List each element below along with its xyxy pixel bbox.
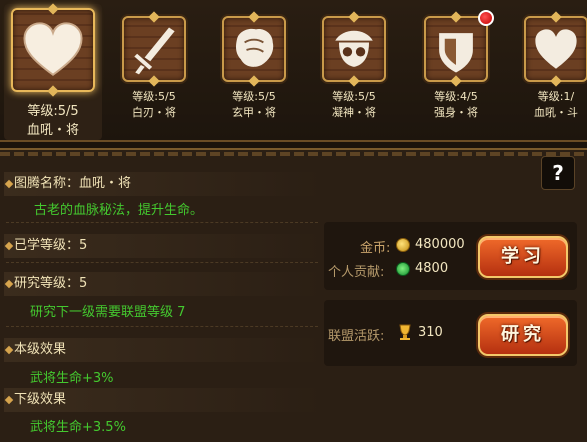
tile-name: 血吼・将 — [26, 123, 79, 138]
heart-icon — [535, 29, 577, 69]
totem-tile-frame — [322, 16, 386, 82]
totem-tile-5[interactable]: 等级:4/5 强身・将 — [420, 10, 494, 120]
current-effect-label: 本级效果 — [14, 342, 67, 357]
tile-name: 白刃・将 — [132, 106, 176, 119]
bullet-icon — [4, 241, 14, 251]
tile-level: 等级:4/5 — [434, 90, 478, 103]
heart-icon — [23, 22, 83, 76]
tile-name: 凝神・将 — [332, 106, 376, 119]
totem-tile-6[interactable]: 等级:1/ 血吼・斗 — [520, 16, 587, 120]
trophy-icon — [399, 324, 411, 340]
tile-level: 等级:5/5 — [232, 90, 276, 103]
contribution-label: 个人贡献: — [328, 265, 385, 280]
contribution-icon — [396, 262, 410, 276]
tile-level: 等级:5/5 — [132, 90, 176, 103]
totem-name-row: 图腾名称：血吼・将 — [4, 172, 322, 196]
skull-icon — [335, 30, 373, 67]
research-requirement: 研究下一级需要联盟等级 7 — [30, 305, 186, 320]
next-effect-row: 下级效果 — [4, 388, 322, 412]
totem-tile-frame — [11, 8, 95, 92]
learn-button[interactable]: 学习 — [478, 236, 568, 278]
totem-name-label: 图腾名称： — [14, 176, 80, 191]
gold-value: 480000 — [415, 237, 465, 252]
contribution-value: 4800 — [415, 261, 449, 276]
bullet-icon — [4, 395, 14, 405]
gold-coin-icon — [396, 238, 410, 252]
learned-level-label: 已学等级： — [14, 238, 80, 253]
sword-icon — [134, 27, 175, 75]
help-button[interactable]: ? — [541, 156, 575, 190]
totem-description: 古老的血脉秘法，提升生命。 — [34, 203, 204, 218]
current-effect-row: 本级效果 — [4, 338, 322, 362]
learned-level-value: 5 — [79, 238, 88, 253]
totem-tile-frame — [524, 16, 587, 82]
totem-name-value: 血吼・将 — [79, 176, 132, 191]
tile-name: 血吼・斗 — [534, 106, 578, 119]
armor-icon — [236, 28, 274, 67]
bullet-icon — [4, 279, 14, 289]
tile-level: 等级:5/5 — [27, 104, 79, 119]
tile-name: 玄甲・将 — [232, 106, 276, 119]
tile-name: 强身・将 — [434, 106, 478, 119]
notification-dot — [478, 10, 494, 26]
next-effect-label: 下级效果 — [14, 392, 67, 407]
totem-tile-frame — [122, 16, 186, 82]
current-effect-value: 武将生命+3% — [30, 371, 114, 386]
totem-tile-4[interactable]: 等级:5/5 凝神・将 — [318, 16, 390, 120]
shield-icon — [439, 33, 473, 73]
bullet-icon — [4, 345, 14, 355]
learned-level-row: 已学等级：5 — [4, 234, 322, 258]
alliance-activity-label: 联盟活跃: — [328, 329, 385, 344]
divider — [6, 222, 318, 223]
tile-level: 等级:1/ — [537, 90, 575, 103]
divider — [6, 262, 318, 263]
totem-tile-frame — [424, 10, 494, 82]
bullet-icon — [4, 179, 14, 189]
alliance-activity-value: 310 — [418, 325, 443, 340]
research-level-value: 5 — [79, 276, 88, 291]
totem-tile-2[interactable]: 等级:5/5 白刃・将 — [118, 16, 190, 120]
totem-tile-3[interactable]: 等级:5/5 玄甲・将 — [218, 16, 290, 120]
tile-level: 等级:5/5 — [332, 90, 376, 103]
totem-tile-1[interactable]: 等级:5/5 血吼・将 — [10, 8, 96, 138]
totem-tab-strip: 等级:5/5 血吼・将 等级:5/5 白刃・将 等级:5/5 玄甲・将 等级:5… — [0, 0, 587, 142]
divider — [6, 326, 318, 327]
totem-tile-frame — [222, 16, 286, 82]
research-button[interactable]: 研究 — [478, 314, 568, 356]
next-effect-value: 武将生命+3.5% — [30, 420, 126, 435]
gold-label: 金币: — [360, 241, 391, 256]
research-level-label: 研究等级： — [14, 276, 80, 291]
research-level-row: 研究等级：5 — [4, 272, 322, 296]
